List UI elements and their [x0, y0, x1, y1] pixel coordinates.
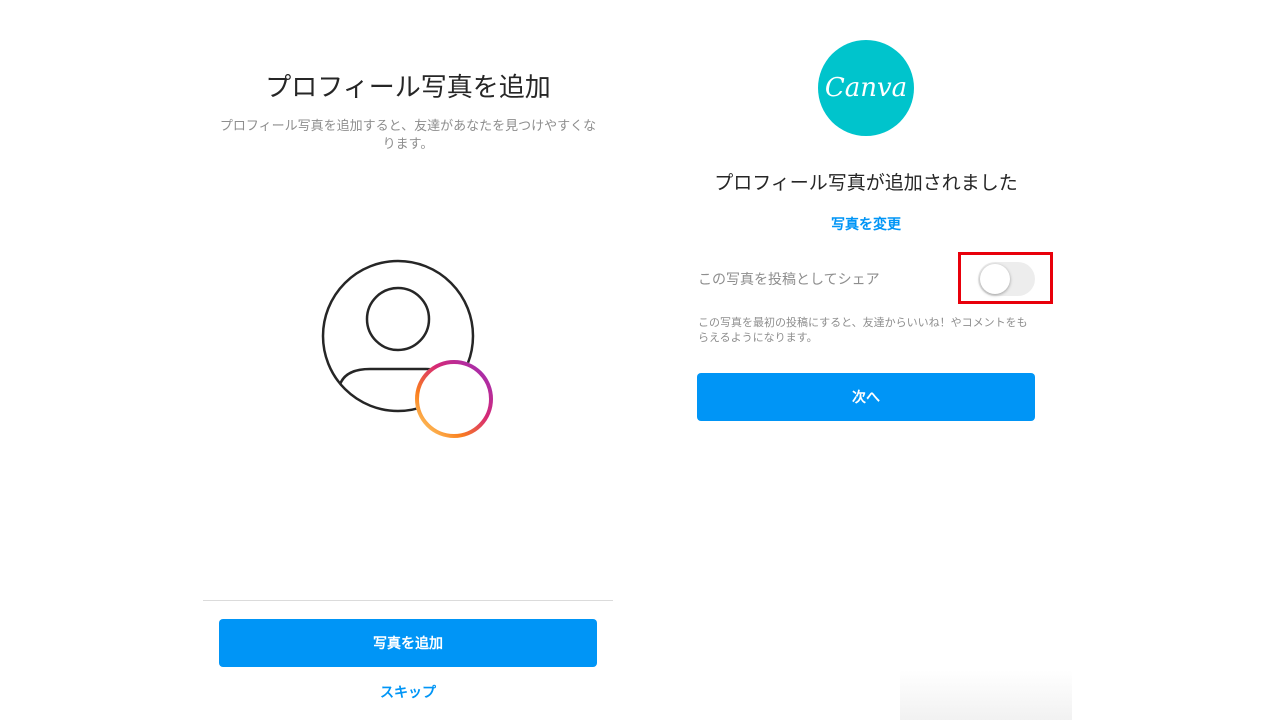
share-toggle-label: この写真を投稿としてシェア — [698, 272, 880, 288]
right-page-title: プロフィール写真が追加されました — [714, 172, 1018, 194]
next-button[interactable]: 次へ — [697, 373, 1035, 421]
change-photo-link[interactable]: 写真を変更 — [660, 214, 1072, 236]
share-note: この写真を最初の投稿にすると、友達からいいね！やコメントをもらえるようになります… — [698, 316, 1028, 344]
bottom-divider — [203, 600, 613, 601]
left-page-title: プロフィール写真を追加 — [265, 73, 551, 103]
page: プロフィール写真を追加 プロフィール写真を追加すると、友達があなたを見つけやすく… — [0, 0, 1280, 720]
skip-link[interactable]: スキップ — [219, 682, 597, 704]
decorative-fade — [900, 670, 1072, 720]
profile-photo-canva-logo: Canva — [818, 40, 914, 136]
profile-avatar-placeholder[interactable] — [318, 256, 498, 446]
plus-circle-icon — [415, 360, 493, 438]
left-description: プロフィール写真を追加すると、友達があなたを見つけやすくなります。 — [219, 119, 597, 152]
highlight-annotation-box — [958, 252, 1053, 304]
add-photo-button[interactable]: 写真を追加 — [219, 619, 597, 667]
